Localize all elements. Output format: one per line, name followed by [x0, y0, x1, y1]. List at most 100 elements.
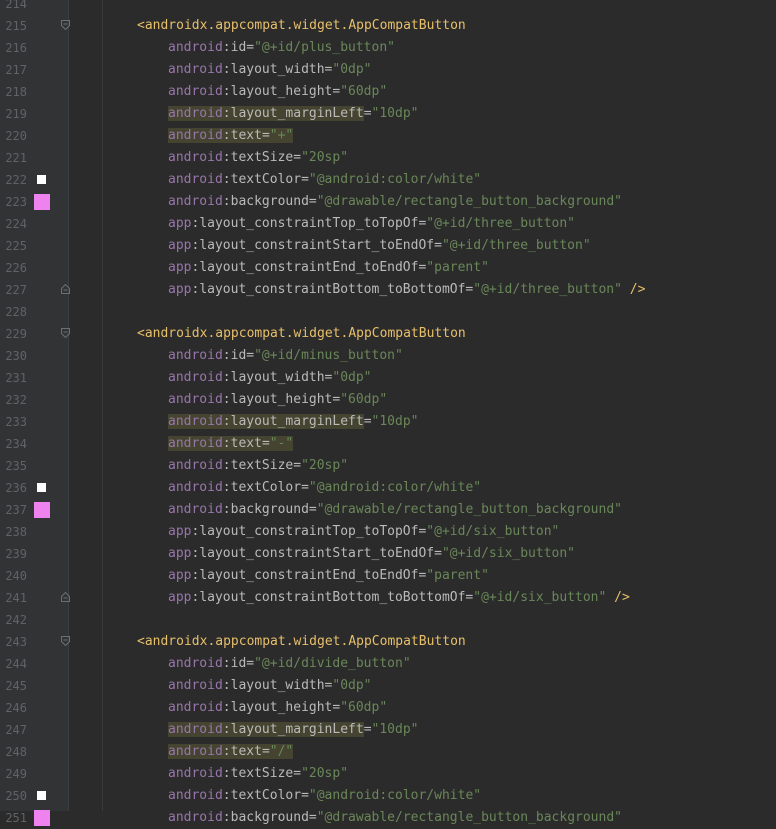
attr-namespace: android [168, 744, 223, 759]
code-line[interactable]: 251 android:background="@drawable/rectang… [0, 807, 776, 829]
color-swatch-pink-icon[interactable] [34, 194, 50, 210]
xml-attribute: android:layout_height="60dp" [168, 389, 387, 411]
xml-attribute: android:background="@drawable/rectangle_… [168, 499, 622, 521]
attr-value: "60dp" [340, 700, 388, 715]
code-line[interactable]: 234 android:text="-" [0, 433, 776, 455]
line-number: 243 [5, 635, 27, 649]
line-number: 230 [5, 349, 27, 363]
line-number: 214 [5, 0, 27, 11]
code-line[interactable]: 250 android:textColor="@android:color/whi… [0, 785, 776, 807]
code-line[interactable]: 247 android:layout_marginLeft="10dp" [0, 719, 776, 741]
xml-attribute: app:layout_constraintBottom_toBottomOf="… [168, 587, 630, 609]
attr-value: "+" [269, 128, 294, 143]
code-editor[interactable]: 214 215 <androidx.appcompat.widget.AppComp… [0, 0, 776, 829]
fold-end-icon[interactable] [61, 284, 70, 294]
attr-colon: : [222, 40, 231, 55]
code-line[interactable]: 243 <androidx.appcompat.widget.AppCompatB… [0, 631, 776, 653]
attr-namespace: android [168, 678, 223, 693]
line-number: 219 [5, 107, 27, 121]
attr-name: textColor [230, 480, 302, 495]
code-line[interactable]: 232 android:layout_height="60dp" [0, 389, 776, 411]
code-line[interactable]: 221 android:textSize="20sp" [0, 147, 776, 169]
fold-end-icon[interactable] [61, 592, 70, 602]
code-line[interactable]: 214 [0, 0, 776, 15]
code-line[interactable]: 237 android:background="@drawable/rectang… [0, 499, 776, 521]
color-swatch-pink-icon[interactable] [34, 502, 50, 518]
color-swatch-pink-icon[interactable] [34, 810, 50, 826]
attr-value: "@+id/three_button" [473, 282, 622, 297]
code-line[interactable]: 239 app:layout_constraintStart_toEndOf="@… [0, 543, 776, 565]
attr-colon: : [222, 194, 231, 209]
line-number: 222 [5, 173, 27, 187]
attr-name: layout_constraintEnd_toEndOf [199, 260, 419, 275]
code-line[interactable]: 245 android:layout_width="0dp" [0, 675, 776, 697]
attr-name: layout_width [230, 62, 325, 77]
fold-open-icon[interactable] [61, 20, 70, 30]
attr-name: textColor [230, 788, 302, 803]
color-swatch-white-icon[interactable] [37, 175, 46, 184]
code-line[interactable]: 225 app:layout_constraintStart_toEndOf="@… [0, 235, 776, 257]
code-line[interactable]: 226 app:layout_constraintEnd_toEndOf="par… [0, 257, 776, 279]
attr-namespace: android [168, 810, 223, 825]
attr-value: "@android:color/white" [308, 172, 482, 187]
attr-name: layout_width [230, 370, 325, 385]
attr-colon: : [222, 678, 231, 693]
code-line[interactable]: 218 android:layout_height="60dp" [0, 81, 776, 103]
attr-namespace: app [168, 568, 192, 583]
code-line[interactable]: 229 <androidx.appcompat.widget.AppCompatB… [0, 323, 776, 345]
line-number: 249 [5, 767, 27, 781]
line-number: 248 [5, 745, 27, 759]
attr-value: "@android:color/white" [308, 788, 482, 803]
code-line[interactable]: 231 android:layout_width="0dp" [0, 367, 776, 389]
code-line[interactable]: 238 app:layout_constraintTop_toTopOf="@+i… [0, 521, 776, 543]
code-line[interactable]: 241 app:layout_constraintBottom_toBottomO… [0, 587, 776, 609]
code-line[interactable]: 220 android:text="+" [0, 125, 776, 147]
attr-namespace: android [168, 502, 223, 517]
attr-name: layout_constraintTop_toTopOf [199, 216, 419, 231]
attr-equals: = [363, 722, 372, 737]
line-number: 245 [5, 679, 27, 693]
xml-attribute: android:textColor="@android:color/white" [168, 477, 481, 499]
tag-close: /> [621, 282, 646, 297]
highlighted-attribute: android:text="-" [168, 436, 294, 451]
xml-attribute: android:text="-" [168, 433, 294, 455]
code-line[interactable]: 224 app:layout_constraintTop_toTopOf="@+i… [0, 213, 776, 235]
attr-equals: = [301, 172, 309, 187]
code-line[interactable]: 223 android:background="@drawable/rectang… [0, 191, 776, 213]
xml-attribute: android:layout_marginLeft="10dp" [168, 411, 418, 433]
code-line[interactable]: 244 android:id="@+id/divide_button" [0, 653, 776, 675]
code-line[interactable]: 248 android:text="/" [0, 741, 776, 763]
fold-open-icon[interactable] [61, 636, 70, 646]
code-line[interactable]: 236 android:textColor="@android:color/whi… [0, 477, 776, 499]
xml-tag-open: <androidx.appcompat.widget.AppCompatButt… [137, 18, 466, 33]
fold-open-icon[interactable] [61, 328, 70, 338]
code-line[interactable]: 216 android:id="@+id/plus_button" [0, 37, 776, 59]
attr-equals: = [363, 414, 372, 429]
code-line[interactable]: 240 app:layout_constraintEnd_toEndOf="par… [0, 565, 776, 587]
code-line[interactable]: 249 android:textSize="20sp" [0, 763, 776, 785]
color-swatch-white-icon[interactable] [37, 791, 46, 800]
xml-attribute: app:layout_constraintBottom_toBottomOf="… [168, 279, 645, 301]
code-line[interactable]: 233 android:layout_marginLeft="10dp" [0, 411, 776, 433]
attr-equals: = [261, 436, 270, 451]
code-line[interactable]: 228 [0, 301, 776, 323]
line-number: 220 [5, 129, 27, 143]
attr-value: "@+id/divide_button" [254, 656, 411, 671]
attr-colon: : [222, 700, 231, 715]
attr-name: layout_constraintTop_toTopOf [199, 524, 419, 539]
attr-namespace: app [168, 238, 192, 253]
code-line[interactable]: 217 android:layout_width="0dp" [0, 59, 776, 81]
color-swatch-white-icon[interactable] [37, 483, 46, 492]
xml-attribute: android:layout_width="0dp" [168, 59, 372, 81]
code-line[interactable]: 242 [0, 609, 776, 631]
code-line[interactable]: 227 app:layout_constraintBottom_toBottomO… [0, 279, 776, 301]
code-line[interactable]: 246 android:layout_height="60dp" [0, 697, 776, 719]
code-line[interactable]: 235 android:textSize="20sp" [0, 455, 776, 477]
code-line[interactable]: 230 android:id="@+id/minus_button" [0, 345, 776, 367]
xml-attribute: android:id="@+id/divide_button" [168, 653, 411, 675]
code-line[interactable]: 215 <androidx.appcompat.widget.AppCompatB… [0, 15, 776, 37]
highlighted-attribute: android:layout_marginLeft [168, 722, 364, 737]
code-line[interactable]: 222 android:textColor="@android:color/whi… [0, 169, 776, 191]
attr-namespace: android [168, 128, 223, 143]
code-line[interactable]: 219 android:layout_marginLeft="10dp" [0, 103, 776, 125]
